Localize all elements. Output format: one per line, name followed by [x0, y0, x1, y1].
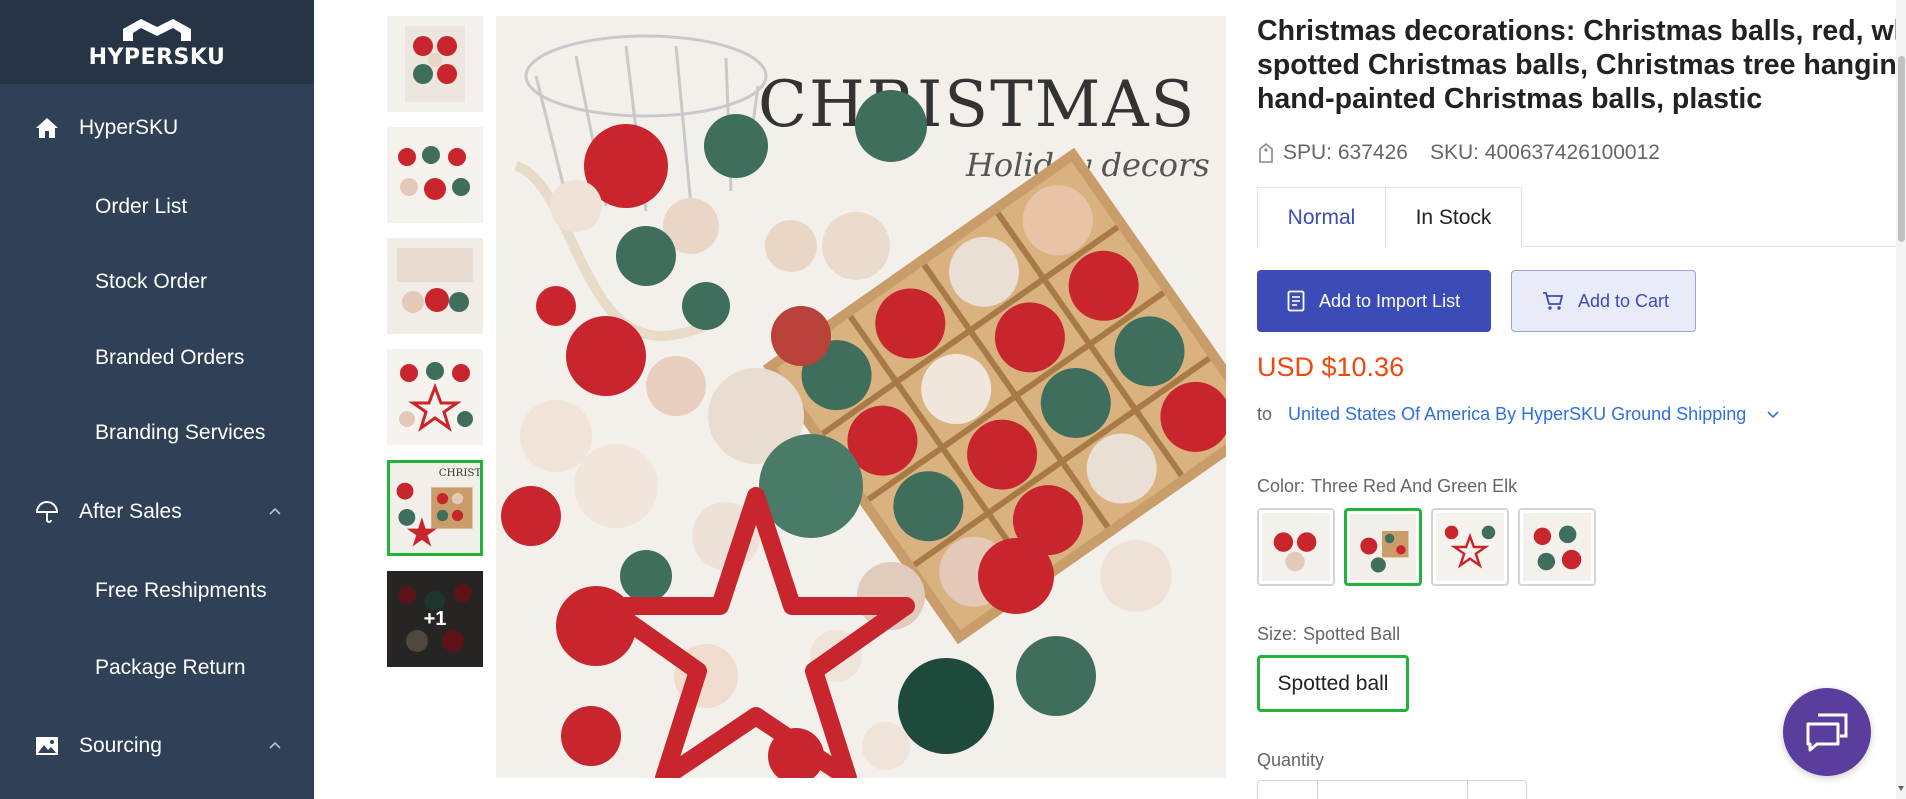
size-option-selected[interactable]: Spotted ball: [1257, 655, 1409, 712]
product-price: USD $10.36: [1257, 352, 1405, 382]
quantity-input[interactable]: [1318, 781, 1468, 799]
home-icon: [34, 115, 60, 141]
color-swatch[interactable]: [1431, 508, 1509, 586]
image-icon: [34, 733, 60, 759]
logo-mark-icon: [123, 18, 191, 41]
quantity-increment-button[interactable]: [1468, 781, 1528, 799]
gallery-thumbnail[interactable]: [387, 238, 483, 334]
product-main-image[interactable]: CHRISTMAS Holiday decors: [496, 16, 1226, 778]
add-to-import-list-button[interactable]: Add to Import List: [1257, 270, 1491, 332]
quantity-stepper[interactable]: [1257, 780, 1527, 799]
sidebar-group-after-sales[interactable]: After Sales: [0, 484, 314, 540]
svg-text:CHRISTMAS: CHRISTMAS: [439, 467, 480, 479]
more-images-count: +1: [387, 571, 483, 667]
gallery-thumbnail[interactable]: [387, 349, 483, 445]
cart-icon: [1543, 292, 1564, 310]
size-option-label: Size: Spotted Ball: [1257, 624, 1400, 645]
chevron-up-icon: [269, 741, 281, 749]
chat-icon: [1806, 713, 1848, 752]
add-to-import-list-label: Add to Import List: [1319, 290, 1461, 311]
shipping-destination-link[interactable]: United States Of America By HyperSKU Gro…: [1288, 404, 1746, 425]
quantity-decrement-button[interactable]: [1258, 781, 1318, 799]
image-headline-text: CHRISTMAS: [758, 68, 1196, 142]
sku-code: SKU: 400637426100012: [1429, 141, 1660, 164]
sidebar-item-order-list[interactable]: Order List: [95, 187, 187, 227]
sidebar-group-label: Sourcing: [79, 734, 162, 757]
sidebar-item-branded-orders[interactable]: Branded Orders: [95, 338, 244, 378]
sidebar-item-free-reshipments[interactable]: Free Reshipments: [95, 571, 267, 611]
color-value: Three Red And Green Elk: [1311, 476, 1518, 496]
scroll-down-arrow-icon[interactable]: [1896, 782, 1906, 796]
color-label: Color:: [1257, 476, 1306, 496]
sidebar-group-label: After Sales: [79, 500, 182, 523]
color-option-label: Color: Three Red And Green Elk: [1257, 476, 1517, 497]
gallery-thumbnail[interactable]: [387, 127, 483, 223]
document-icon: [1287, 290, 1305, 312]
sidebar-group-sourcing[interactable]: Sourcing: [0, 718, 314, 774]
sidebar-item-package-return[interactable]: Package Return: [95, 648, 246, 688]
shipping-selector: to United States Of America By HyperSKU …: [1257, 404, 1780, 425]
shipping-prefix: to: [1257, 404, 1273, 424]
product-title: Christmas decorations: Christmas balls, …: [1257, 14, 1906, 116]
scrollbar-thumb[interactable]: [1898, 56, 1905, 242]
quantity-label: Quantity: [1257, 750, 1325, 770]
chevron-up-icon: [269, 507, 281, 515]
stock-type-tabs: Normal In Stock: [1257, 187, 1906, 248]
gallery-thumbnail-active[interactable]: CHRISTMAS: [387, 460, 483, 556]
chevron-down-icon[interactable]: [1766, 410, 1780, 420]
tag-icon: [1259, 142, 1273, 163]
sidebar-item-stock-order[interactable]: Stock Order: [95, 262, 207, 302]
product-title-line: spotted Christmas balls, Christmas tree …: [1257, 49, 1906, 81]
add-to-cart-label: Add to Cart: [1578, 290, 1670, 311]
tab-in-stock[interactable]: In Stock: [1385, 187, 1522, 248]
sidebar-group-label: HyperSKU: [79, 116, 179, 139]
gallery-thumbnail-more[interactable]: +1: [387, 571, 483, 667]
umbrella-icon: [34, 499, 60, 525]
gallery-thumbnail[interactable]: [387, 16, 483, 112]
logo[interactable]: HYPERSKU: [0, 0, 314, 84]
chat-button[interactable]: [1783, 688, 1871, 776]
product-title-line: hand-painted Christmas balls, plastic: [1257, 83, 1763, 115]
sidebar-group-hypersku[interactable]: HyperSKU: [0, 100, 314, 156]
sidebar-item-branding-services[interactable]: Branding Services: [95, 413, 265, 453]
add-to-cart-button[interactable]: Add to Cart: [1511, 270, 1696, 332]
logo-text: HYPERSKU: [88, 44, 226, 70]
product-codes: SPU: 637426 SKU: 400637426100012: [1257, 140, 1660, 166]
color-swatch[interactable]: [1257, 508, 1335, 586]
size-label: Size:: [1257, 624, 1298, 644]
product-title-line: Christmas decorations: Christmas balls, …: [1257, 15, 1906, 47]
sidebar: HYPERSKU HyperSKU Order List Stock Order…: [0, 0, 314, 799]
size-value: Spotted Ball: [1303, 624, 1401, 644]
color-swatch-selected[interactable]: [1344, 508, 1422, 586]
spu-code: SPU: 637426: [1283, 141, 1408, 164]
color-swatch[interactable]: [1518, 508, 1596, 586]
tab-normal[interactable]: Normal: [1257, 187, 1386, 248]
